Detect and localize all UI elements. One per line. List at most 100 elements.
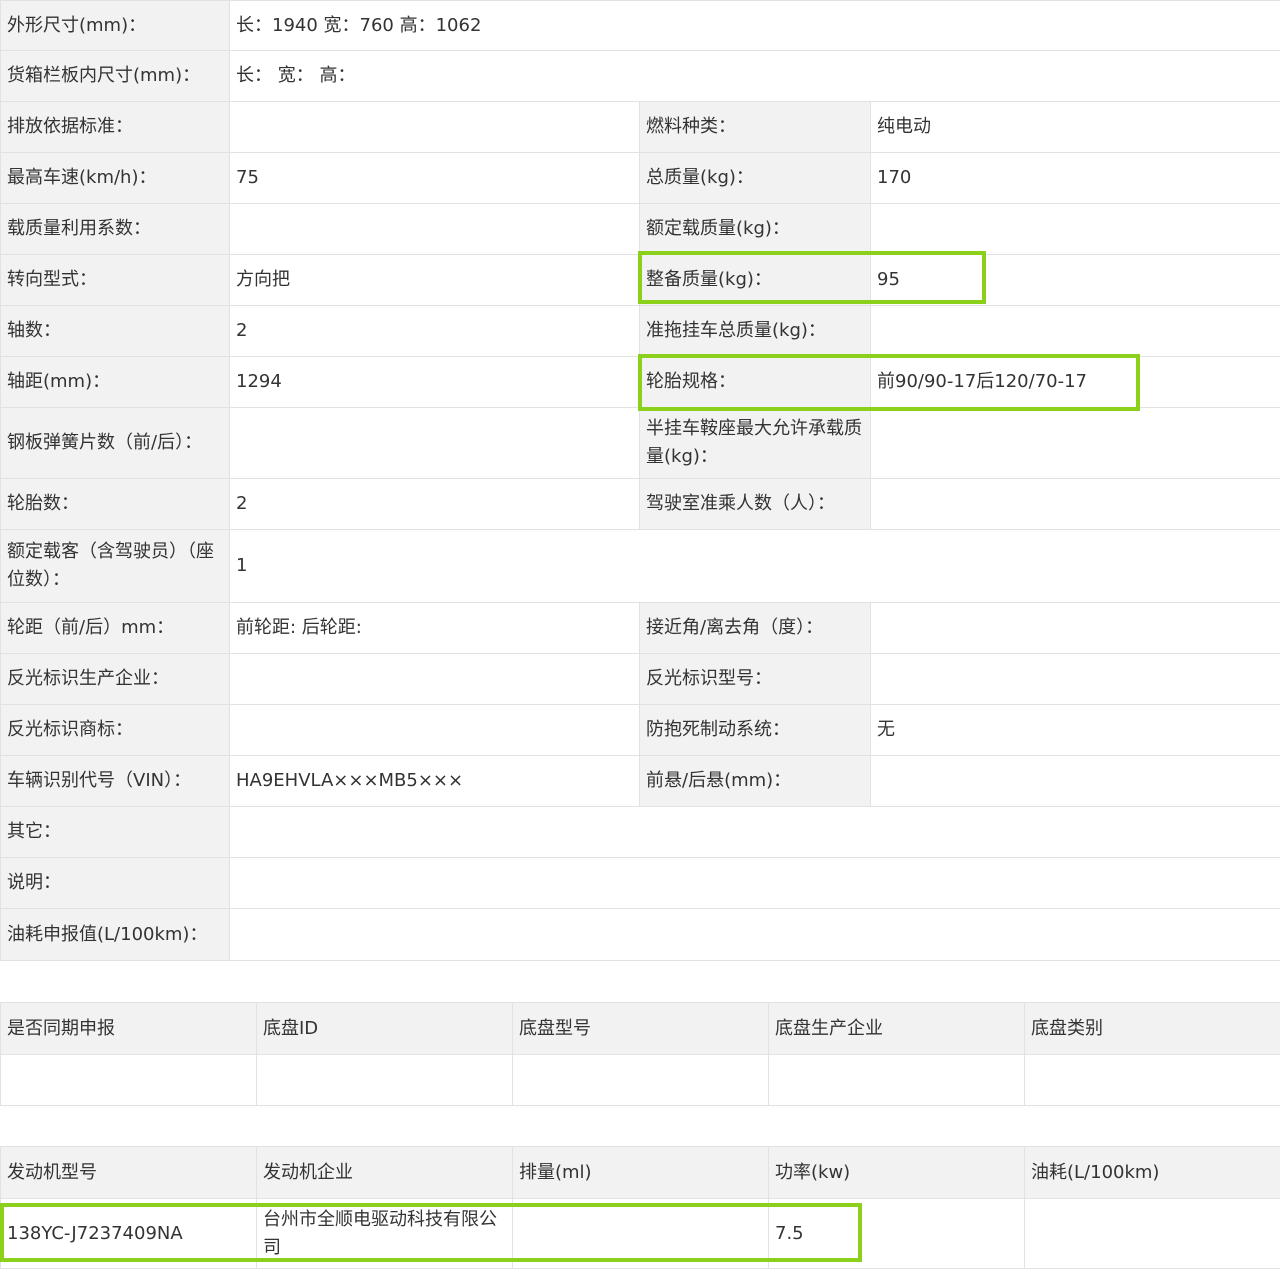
label-load-util: 载质量利用系数： [0,203,230,255]
row-brand-abs: 反光标识商标： 防抱死制动系统： 无 [0,704,1280,756]
value-track: 前轮距: 后轮距: [229,602,640,654]
label-saddle-load: 半挂车鞍座最大允许承载质量(kg)： [639,407,871,479]
chassis-header-model: 底盘型号 [512,1002,769,1055]
value-axles: 2 [229,305,640,357]
value-wheelbase: 1294 [229,356,640,408]
label-leaf-springs: 钢板弹簧片数（前/后）： [0,407,230,479]
label-rated-load: 额定载质量(kg)： [639,203,871,255]
value-saddle-load [870,407,1280,479]
value-other [229,806,1280,858]
row-tires-cab: 轮胎数： 2 驾驶室准乘人数（人）： [0,478,1280,530]
value-seats: 1 [229,529,1280,603]
label-cargo-box: 货箱栏板内尺寸(mm)： [0,50,230,102]
label-reflector-maker: 反光标识生产企业： [0,653,230,705]
value-fuel-consumption [229,908,1280,961]
chassis-header-concurrent: 是否同期申报 [0,1002,257,1055]
engine-cell-power: 7.5 [768,1198,1025,1269]
value-dimensions: 长：1940 宽：760 高：1062 [229,0,1280,51]
engine-cell-model: 138YC-J7237409NA [0,1198,257,1269]
engine-cell-maker: 台州市全顺电驱动科技有限公司 [256,1198,513,1269]
chassis-cell-category [1024,1054,1280,1106]
label-other: 其它： [0,806,230,858]
label-abs: 防抱死制动系统： [639,704,871,756]
label-notes: 说明： [0,857,230,909]
chassis-cell-maker [768,1054,1025,1106]
spec-table: 外形尺寸(mm)： 长：1940 宽：760 高：1062 货箱栏板内尺寸(mm… [0,0,1280,961]
chassis-cell-concurrent [0,1054,257,1106]
engine-header-maker: 发动机企业 [256,1146,513,1199]
row-other: 其它： [0,806,1280,858]
label-wheelbase: 轴距(mm)： [0,356,230,408]
engine-cell-displacement [512,1198,769,1269]
value-max-speed: 75 [229,152,640,204]
label-max-speed: 最高车速(km/h)： [0,152,230,204]
row-wheelbase-tire: 轴距(mm)： 1294 轮胎规格： 前90/90-17后120/70-17 [0,356,1280,408]
row-springs-saddle: 钢板弹簧片数（前/后）： 半挂车鞍座最大允许承载质量(kg)： [0,407,1280,479]
value-curb-mass: 95 [870,254,1280,306]
label-seats: 额定载客（含驾驶员）（座位数）： [0,529,230,603]
value-total-mass: 170 [870,152,1280,204]
value-leaf-springs [229,407,640,479]
chassis-header-category: 底盘类别 [1024,1002,1280,1055]
engine-header-model: 发动机型号 [0,1146,257,1199]
row-axles-trailer: 轴数： 2 准拖挂车总质量(kg)： [0,305,1280,357]
chassis-header-id: 底盘ID [256,1002,513,1055]
chassis-cell-model [512,1054,769,1106]
table-row [0,1054,1280,1106]
label-reflector-model: 反光标识型号： [639,653,871,705]
value-reflector-brand [229,704,640,756]
chassis-cell-id [256,1054,513,1106]
label-tire-spec: 轮胎规格： [639,356,871,408]
row-speed-mass: 最高车速(km/h)： 75 总质量(kg)： 170 [0,152,1280,204]
value-tire-count: 2 [229,478,640,530]
chassis-header-maker: 底盘生产企业 [768,1002,1025,1055]
engine-cell-fuel [1024,1198,1280,1269]
label-dimensions: 外形尺寸(mm)： [0,0,230,51]
label-fuel-type: 燃料种类： [639,101,871,153]
label-curb-mass: 整备质量(kg)： [639,254,871,306]
engine-header-row: 发动机型号 发动机企业 排量(ml) 功率(kw) 油耗(L/100km) [0,1146,1280,1199]
label-cab-passengers: 驾驶室准乘人数（人）： [639,478,871,530]
value-notes [229,857,1280,909]
engine-header-fuel: 油耗(L/100km) [1024,1146,1280,1199]
value-reflector-model [870,653,1280,705]
label-fuel-consumption: 油耗申报值(L/100km)： [0,908,230,961]
label-trailer-mass: 准拖挂车总质量(kg)： [639,305,871,357]
row-fuel-consumption: 油耗申报值(L/100km)： [0,908,1280,961]
label-emission-standard: 排放依据标准： [0,101,230,153]
engine-header-displacement: 排量(ml) [512,1146,769,1199]
label-steering: 转向型式： [0,254,230,306]
label-total-mass: 总质量(kg)： [639,152,871,204]
label-angles: 接近角/离去角（度）： [639,602,871,654]
row-emission-fuel: 排放依据标准： 燃料种类： 纯电动 [0,101,1280,153]
value-overhang [870,755,1280,807]
row-load: 载质量利用系数： 额定载质量(kg)： [0,203,1280,255]
value-tire-spec: 前90/90-17后120/70-17 [870,356,1280,408]
engine-header-power: 功率(kw) [768,1146,1025,1199]
label-axles: 轴数： [0,305,230,357]
row-cargo-box: 货箱栏板内尺寸(mm)： 长： 宽： 高： [0,50,1280,102]
row-notes: 说明： [0,857,1280,909]
row-steering-curb: 转向型式： 方向把 整备质量(kg)： 95 [0,254,1280,306]
chassis-table: 是否同期申报 底盘ID 底盘型号 底盘生产企业 底盘类别 [0,1002,1280,1106]
value-rated-load [870,203,1280,255]
value-steering: 方向把 [229,254,640,306]
engine-table: 发动机型号 发动机企业 排量(ml) 功率(kw) 油耗(L/100km) 13… [0,1146,1280,1269]
label-track: 轮距（前/后）mm： [0,602,230,654]
value-load-util [229,203,640,255]
value-reflector-maker [229,653,640,705]
row-vin-overhang: 车辆识别代号（VIN）： HA9EHVLA×××MB5××× 前悬/后悬(mm)… [0,755,1280,807]
label-vin: 车辆识别代号（VIN）： [0,755,230,807]
label-tire-count: 轮胎数： [0,478,230,530]
table-row: 138YC-J7237409NA 台州市全顺电驱动科技有限公司 7.5 [0,1198,1280,1269]
value-cargo-box: 长： 宽： 高： [229,50,1280,102]
row-track-angles: 轮距（前/后）mm： 前轮距: 后轮距: 接近角/离去角（度）： [0,602,1280,654]
value-abs: 无 [870,704,1280,756]
row-seats: 额定载客（含驾驶员）（座位数）： 1 [0,529,1280,603]
value-vin: HA9EHVLA×××MB5××× [229,755,640,807]
value-cab-passengers [870,478,1280,530]
chassis-header-row: 是否同期申报 底盘ID 底盘型号 底盘生产企业 底盘类别 [0,1002,1280,1055]
value-angles [870,602,1280,654]
label-reflector-brand: 反光标识商标： [0,704,230,756]
value-trailer-mass [870,305,1280,357]
